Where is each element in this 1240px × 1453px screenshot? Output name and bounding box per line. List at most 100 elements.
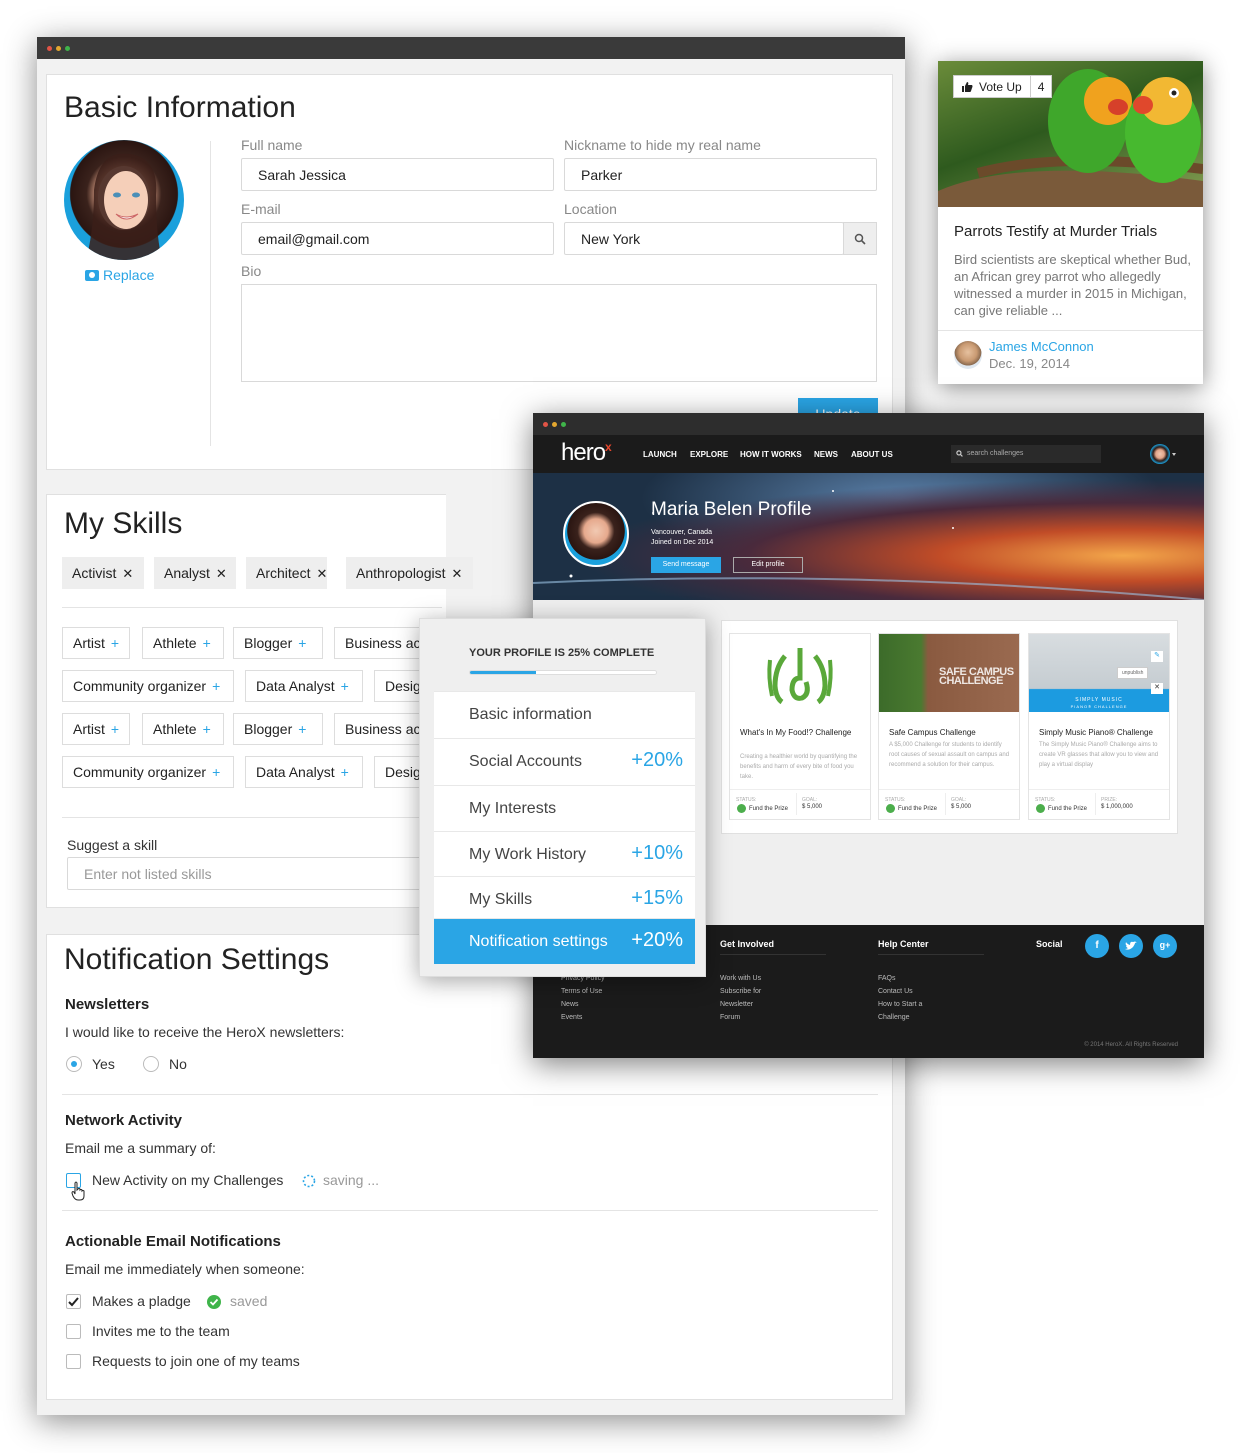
remove-icon[interactable]: ✕ [316,566,327,581]
edit-profile-button[interactable]: Edit profile [733,557,803,573]
plus-icon[interactable]: + [341,764,349,780]
footer-link[interactable]: Subscribe for [720,988,761,995]
profile-section-my-work-history[interactable]: My Work History +10% [434,831,695,876]
selected-skill-tag[interactable]: Architect ✕ [246,557,327,589]
join-request-label[interactable]: Requests to join one of my teams [92,1353,300,1369]
add-skill-tag[interactable]: Community organizer + [62,670,234,702]
footer-link[interactable]: Terms of Use [561,988,602,995]
footer-link[interactable]: Contact Us [878,988,913,995]
profile-section-notification-settings[interactable]: Notification settings +20% [434,918,695,964]
selected-skill-tag[interactable]: Analyst ✕ [154,557,236,589]
profile-section-social-accounts[interactable]: Social Accounts +20% [434,738,695,785]
twitter-icon[interactable] [1119,934,1143,958]
profile-section-my-interests[interactable]: My Interests [434,785,695,831]
add-skill-tag[interactable]: Blogger + [233,713,323,745]
challenge-title[interactable]: Simply Music Piano® Challenge [1039,726,1159,739]
nav-how-it-works[interactable]: HOW IT WORKS [740,450,802,459]
maximize-dot[interactable] [561,422,566,427]
plus-icon[interactable]: + [298,635,306,651]
status-value: Fund the Prize [886,804,937,813]
nickname-input[interactable]: Parker [564,158,877,191]
nav-news[interactable]: NEWS [814,450,838,459]
close-dot[interactable] [47,46,52,51]
plus-icon[interactable]: + [212,764,220,780]
nav-explore[interactable]: EXPLORE [690,450,728,459]
add-skill-tag[interactable]: Blogger + [233,627,323,659]
challenge-search-input[interactable]: search challenges [951,445,1101,463]
invite-checkbox[interactable] [66,1324,81,1339]
challenge-card[interactable]: What's In My Food!? Challenge Creating a … [729,633,871,820]
challenge-card[interactable]: SIMPLY MUSIC PIANO® CHALLENGE unpublish ✎ ✕ S… [1028,633,1170,820]
invite-label[interactable]: Invites me to the team [92,1323,230,1339]
newsletter-yes-label[interactable]: Yes [92,1056,115,1072]
plus-icon[interactable]: + [203,635,211,651]
fullname-input[interactable]: Sarah Jessica [241,158,554,191]
plus-icon[interactable]: + [111,635,119,651]
edit-icon[interactable]: ✎ [1151,651,1163,662]
email-input[interactable]: email@gmail.com [241,222,554,255]
send-message-button[interactable]: Send message [651,557,721,573]
plus-icon[interactable]: + [203,721,211,737]
plus-icon[interactable]: + [111,721,119,737]
location-input[interactable]: New York [564,222,844,255]
plus-icon[interactable]: + [341,678,349,694]
plus-icon[interactable]: + [298,721,306,737]
add-skill-tag[interactable]: Athlete + [142,713,224,745]
replace-photo-button[interactable]: Replace [85,267,154,283]
pledge-checkbox[interactable] [66,1294,81,1309]
profile-section-my-skills[interactable]: My Skills +15% [434,876,695,918]
pledge-label[interactable]: Makes a pladge [92,1293,191,1309]
footer-link[interactable]: Newsletter [720,1001,753,1008]
add-skill-tag[interactable]: Athlete + [142,627,224,659]
challenge-card[interactable]: SAFE CAMPUS CHALLENGE Safe Campus Challen… [878,633,1020,820]
add-skill-tag[interactable]: Data Analyst + [245,756,363,788]
profile-joined: Joined on Dec 2014 [651,539,714,546]
new-activity-label[interactable]: New Activity on my Challenges [92,1172,283,1188]
challenge-title[interactable]: Safe Campus Challenge [889,726,1009,739]
selected-skill-tag[interactable]: Activist ✕ [62,557,144,589]
facebook-icon[interactable]: f [1085,934,1109,958]
add-skill-tag[interactable]: Data Analyst + [245,670,363,702]
challenge-title[interactable]: What's In My Food!? Challenge [740,726,860,739]
article-title[interactable]: Parrots Testify at Murder Trials [954,223,1157,240]
remove-icon[interactable]: ✕ [452,566,463,581]
join-request-checkbox[interactable] [66,1354,81,1369]
remove-icon[interactable]: ✕ [122,566,133,581]
footer-link[interactable]: Events [561,1014,582,1021]
footer-link[interactable]: How to Start a [878,1001,922,1008]
footer-link[interactable]: Challenge [878,1014,910,1021]
remove-icon[interactable]: ✕ [216,566,227,581]
close-dot[interactable] [543,422,548,427]
add-skill-tag[interactable]: Community organizer + [62,756,234,788]
footer-link[interactable]: News [561,1001,579,1008]
profile-section-basic-information[interactable]: Basic information [434,691,695,738]
suggest-skill-input[interactable]: Enter not listed skills [67,857,437,890]
vote-up-button[interactable]: Vote Up 4 [953,75,1053,98]
location-search-button[interactable] [843,222,877,255]
footer-link[interactable]: Forum [720,1014,740,1021]
minimize-dot[interactable] [56,46,61,51]
newsletter-no-label[interactable]: No [169,1056,187,1072]
minimize-dot[interactable] [552,422,557,427]
article-card[interactable]: Vote Up 4 Parrots Testify at Murder Tria… [938,61,1203,384]
nav-launch[interactable]: LAUNCH [643,450,677,459]
user-menu-avatar[interactable] [1150,444,1170,464]
google-plus-icon[interactable]: g+ [1153,934,1177,958]
close-icon[interactable]: ✕ [1151,683,1163,694]
selected-skill-tag[interactable]: Anthropologist ✕ [346,557,473,589]
nav-about-us[interactable]: ABOUT US [851,450,893,459]
add-skill-tag[interactable]: Artist + [62,627,130,659]
chevron-down-icon[interactable] [1172,453,1176,456]
maximize-dot[interactable] [65,46,70,51]
plus-icon[interactable]: + [212,678,220,694]
footer-link[interactable]: FAQs [878,975,896,982]
author-name[interactable]: James McConnon [989,339,1094,354]
newsletter-yes-radio[interactable] [66,1056,82,1072]
profile-name: Maria Belen Profile [651,499,812,520]
unpublish-button[interactable]: unpublish [1117,667,1149,679]
newsletter-no-radio[interactable] [143,1056,159,1072]
add-skill-tag[interactable]: Artist + [62,713,130,745]
footer-link[interactable]: Work with Us [720,975,761,982]
herox-logo[interactable]: herox [561,439,612,467]
bio-textarea[interactable] [241,284,877,382]
